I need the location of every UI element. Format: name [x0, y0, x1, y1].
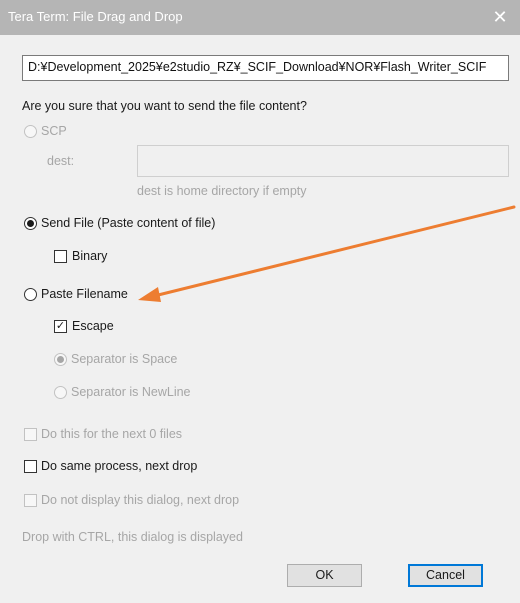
annotation-arrow	[138, 205, 516, 302]
